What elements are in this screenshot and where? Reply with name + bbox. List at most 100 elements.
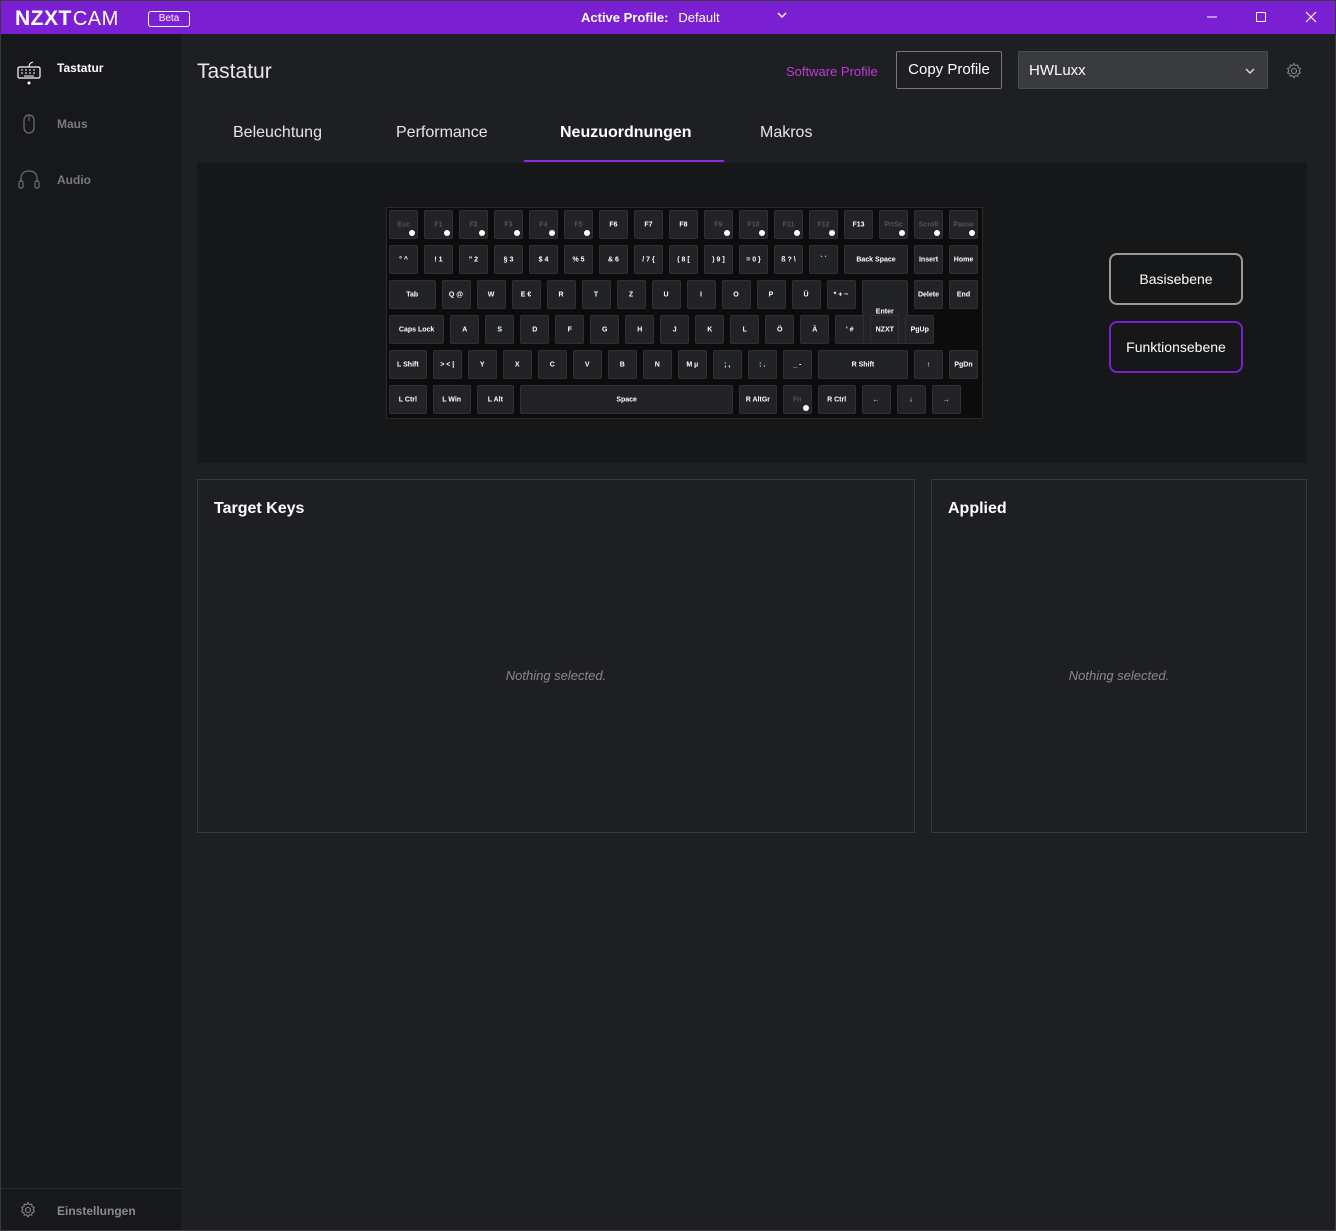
key-q[interactable]: Q @ [441,280,471,309]
key-pgdn[interactable]: PgDn [949,350,978,379]
key-esc[interactable]: Esc [389,210,418,239]
key-caps-lock[interactable]: Caps Lock [389,315,445,344]
key-u[interactable]: U [651,280,681,309]
close-icon[interactable] [1300,6,1322,28]
key-f13[interactable]: F13 [844,210,873,239]
tab-makros[interactable]: Makros [760,124,812,142]
key-l-win[interactable]: L Win [432,385,471,414]
active-profile[interactable]: Active Profile: Default [581,10,720,25]
key-end[interactable]: End [949,280,978,309]
maximize-icon[interactable] [1250,6,1272,28]
key-sym[interactable]: ; , [712,350,742,379]
key-5[interactable]: % 5 [564,245,593,274]
key-sym[interactable]: : . [747,350,777,379]
key-r-altgr[interactable]: R AltGr [739,385,777,414]
key-l-alt[interactable]: L Alt [476,385,515,414]
key-sym[interactable]: → [931,385,961,414]
key-sym[interactable]: ← [861,385,891,414]
key-k[interactable]: K [695,315,725,344]
key-x[interactable]: X [502,350,532,379]
key-w[interactable]: W [476,280,506,309]
key-f6[interactable]: F6 [599,210,628,239]
base-layer-button[interactable]: Basisebene [1109,253,1243,305]
profile-select[interactable]: HWLuxx [1018,51,1268,89]
sidebar-item-audio[interactable]: Audio [1,166,181,218]
key-l-shift[interactable]: L Shift [389,350,427,379]
sidebar-item-maus[interactable]: Maus [1,110,181,162]
key-l-ctrl[interactable]: L Ctrl [389,385,427,414]
key-tab[interactable]: Tab [389,280,436,309]
tab-neuzuordnungen[interactable]: Neuzuordnungen [560,124,692,142]
key-pause[interactable]: Pause [949,210,978,239]
key-sym[interactable]: ↑ [914,350,943,379]
key-z[interactable]: Z [616,280,646,309]
key-ö[interactable]: Ö [765,315,795,344]
fn-layer-button[interactable]: Funktionsebene [1109,321,1243,373]
key-pgup[interactable]: PgUp [905,315,935,344]
chevron-down-icon[interactable] [775,8,789,22]
key-f9[interactable]: F9 [704,210,733,239]
key-l[interactable]: L [730,315,760,344]
key-f5[interactable]: F5 [564,210,593,239]
tab-performance[interactable]: Performance [396,124,488,142]
key-a[interactable]: A [450,315,480,344]
key-r-ctrl[interactable]: R Ctrl [817,385,856,414]
key-j[interactable]: J [660,315,690,344]
key-sym[interactable]: ` ´ [809,245,838,274]
key-e[interactable]: E € [511,280,541,309]
key-r[interactable]: R [546,280,576,309]
key-f11[interactable]: F11 [774,210,803,239]
key-i[interactable]: I [686,280,716,309]
key-9[interactable]: ) 9 ] [704,245,733,274]
tab-beleuchtung[interactable]: Beleuchtung [233,124,322,142]
key-6[interactable]: & 6 [599,245,628,274]
key-m[interactable]: M µ [677,350,707,379]
key-4[interactable]: $ 4 [529,245,558,274]
key-f10[interactable]: F10 [739,210,768,239]
key-b[interactable]: B [607,350,637,379]
key-back-space[interactable]: Back Space [844,245,908,274]
minimize-icon[interactable] [1201,6,1223,28]
key-3[interactable]: § 3 [494,245,523,274]
key-f8[interactable]: F8 [669,210,698,239]
copy-profile-button[interactable]: Copy Profile [896,51,1002,89]
key-fn[interactable]: Fn [782,385,812,414]
key-delete[interactable]: Delete [914,280,943,309]
key-f1[interactable]: F1 [424,210,453,239]
key-f12[interactable]: F12 [809,210,838,239]
key-2[interactable]: " 2 [459,245,488,274]
key-f4[interactable]: F4 [529,210,558,239]
key-7[interactable]: / 7 { [634,245,663,274]
key-f2[interactable]: F2 [459,210,488,239]
key-scroll[interactable]: Scroll [914,210,943,239]
key-t[interactable]: T [581,280,611,309]
sidebar-item-settings[interactable]: Einstellungen [1,1188,181,1230]
key-v[interactable]: V [572,350,602,379]
key-8[interactable]: ( 8 [ [669,245,698,274]
key-n[interactable]: N [642,350,672,379]
key-h[interactable]: H [625,315,655,344]
key-r-shift[interactable]: R Shift [817,350,908,379]
key-sym[interactable]: ' # [835,315,865,344]
gear-icon[interactable] [1285,62,1303,80]
key-sym[interactable]: ° ^ [389,245,418,274]
key-0[interactable]: = 0 } [739,245,768,274]
key-ü[interactable]: Ü [791,280,821,309]
key-ä[interactable]: Ä [800,315,830,344]
key-s[interactable]: S [485,315,515,344]
key-sym[interactable]: ß ? \ [774,245,803,274]
software-profile-link[interactable]: Software Profile [786,64,878,79]
key-g[interactable]: G [590,315,620,344]
key-p[interactable]: P [756,280,786,309]
sidebar-item-tastatur[interactable]: Tastatur [1,60,181,112]
key-1[interactable]: ! 1 [424,245,453,274]
key-d[interactable]: D [520,315,550,344]
key-sym[interactable]: _ - [782,350,812,379]
key-sym[interactable]: ↓ [896,385,926,414]
key-o[interactable]: O [721,280,751,309]
key-space[interactable]: Space [520,385,733,414]
key-prtsc[interactable]: PrtSc [879,210,908,239]
key-f[interactable]: F [555,315,585,344]
key-f3[interactable]: F3 [494,210,523,239]
key-sym[interactable]: * + ~ [826,280,856,309]
